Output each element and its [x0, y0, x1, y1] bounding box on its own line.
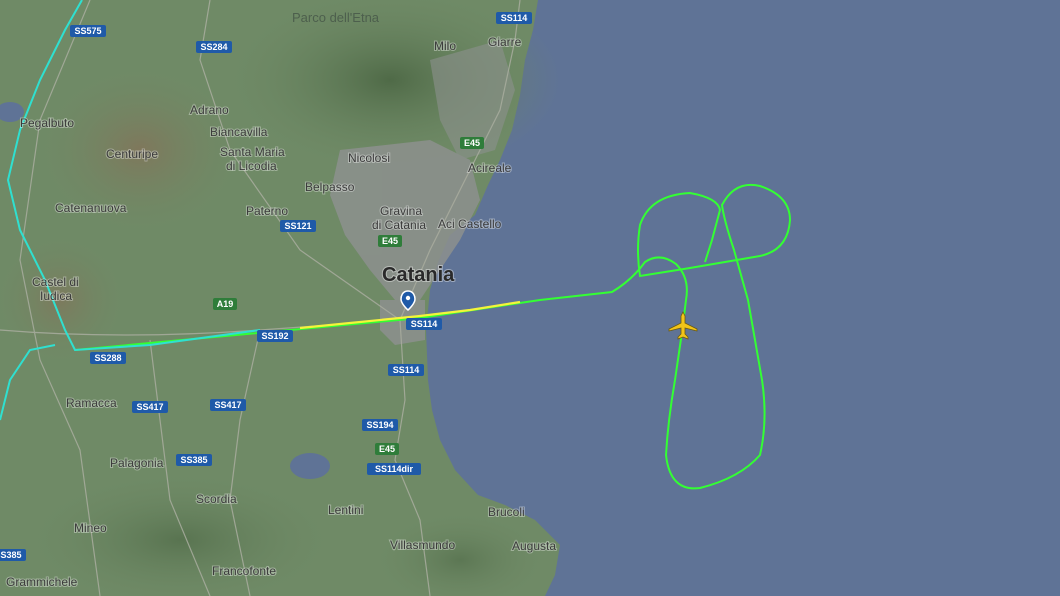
place-label: Belpasso	[305, 180, 355, 194]
road-shield: A19	[213, 298, 237, 310]
place-label: Biancavilla	[210, 125, 268, 139]
place-label: Acireale	[468, 161, 512, 175]
place-label: di Licodia	[226, 159, 277, 173]
road-shield-label: SS288	[94, 353, 121, 363]
place-label: Santa Maria	[220, 145, 285, 159]
road-shield-label: SS114	[411, 319, 438, 329]
road-shield-label: SS385	[0, 550, 22, 560]
place-label: Villasmundo	[390, 538, 455, 552]
place-label: Centuripe	[106, 147, 158, 161]
road-shield: SS114	[406, 318, 442, 330]
place-label: Catenanuova	[55, 201, 127, 215]
road-shield-label: SS385	[180, 455, 207, 465]
road-shield-label: SS417	[136, 402, 163, 412]
road-shield: SS192	[257, 330, 293, 342]
road-shield: E45	[460, 137, 484, 149]
road-shield: SS417	[132, 401, 168, 413]
place-label: Gravina	[380, 204, 422, 218]
road-shield-label: E45	[464, 138, 480, 148]
place-label: Castel di	[32, 275, 79, 289]
flight-tracker-map[interactable]: SS575 SS284 SS114 E45 SS121 E45 A19 SS192 SS114 S…	[0, 0, 1060, 596]
road-shield-label: E45	[382, 236, 398, 246]
road-shield-label: SS114	[393, 365, 420, 375]
road-shield-label: E45	[379, 444, 395, 454]
road-shield: SS385	[176, 454, 212, 466]
road-shield: SS417	[210, 399, 246, 411]
place-label: Grammichele	[6, 575, 78, 589]
road-shield-label: SS114	[501, 13, 528, 23]
place-label: Francofonte	[212, 564, 276, 578]
road-shield-label: A19	[217, 299, 234, 309]
road-shield-label: SS194	[366, 420, 393, 430]
road-shield-label: SS417	[214, 400, 241, 410]
place-label: Giarre	[488, 35, 522, 49]
road-shield-label: SS284	[200, 42, 227, 52]
place-label: Brucoli	[488, 505, 525, 519]
road-shield: SS194	[362, 419, 398, 431]
road-shield-label: SS114dir	[375, 464, 414, 474]
road-shield: SS385	[0, 549, 26, 561]
place-label: Mineo	[74, 521, 107, 535]
place-label: Augusta	[512, 539, 556, 553]
city-label-catania[interactable]: Catania	[381, 263, 456, 287]
road-shield: SS575	[70, 25, 106, 37]
place-label: Iudica	[40, 289, 72, 303]
place-label: Lentini	[328, 503, 363, 517]
road-shield: SS114dir	[367, 463, 421, 475]
place-label: di Catania	[372, 218, 426, 232]
place-label: Scordia	[196, 492, 237, 506]
road-shield: E45	[375, 443, 399, 455]
place-label: Nicolosi	[348, 151, 390, 165]
place-label: Adrano	[190, 103, 229, 117]
road-shield: SS284	[196, 41, 232, 53]
road-shield-label: SS192	[261, 331, 288, 341]
road-shield: SS114	[388, 364, 424, 376]
road-shield-label: SS575	[74, 26, 101, 36]
park-label: Parco dell'Etna	[292, 10, 380, 25]
place-label: Pegalbuto	[20, 116, 74, 130]
place-label: Ramacca	[66, 396, 117, 410]
road-shield: SS114	[496, 12, 532, 24]
road-shield: SS288	[90, 352, 126, 364]
road-shield: E45	[378, 235, 402, 247]
place-label: Milo	[434, 39, 456, 53]
place-label: Palagonia	[110, 456, 164, 470]
road-shield: SS121	[280, 220, 316, 232]
lake	[290, 453, 330, 479]
road-shield-label: SS121	[284, 221, 311, 231]
place-label: Aci Castello	[438, 217, 502, 231]
place-label: Paterno	[246, 204, 288, 218]
